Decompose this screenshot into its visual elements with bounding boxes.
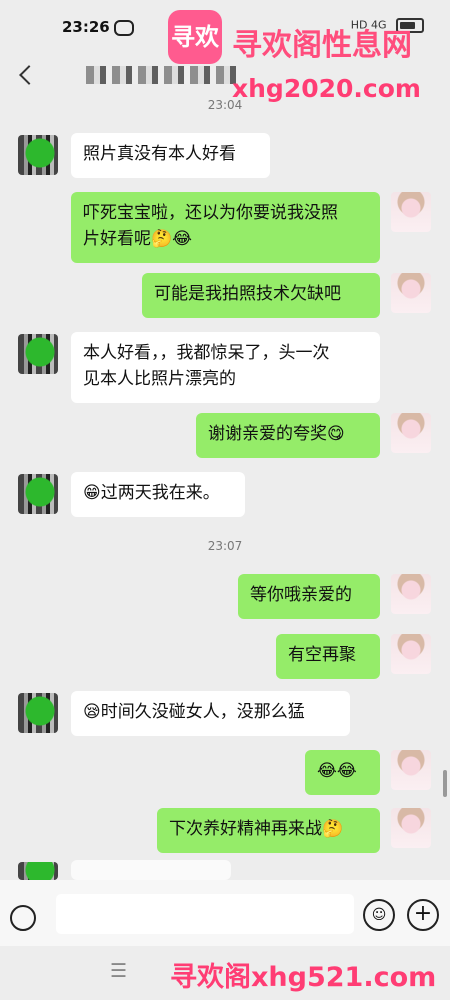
- self-avatar[interactable]: [391, 574, 431, 614]
- timestamp: 23:07: [207, 539, 243, 553]
- message-right[interactable]: 谢谢亲爱的夸奖😋: [196, 413, 380, 458]
- timestamp: 23:04: [207, 98, 243, 112]
- site-logo: 寻欢: [168, 10, 222, 64]
- message-left[interactable]: 😪时间久没碰女人，没那么猛: [71, 691, 350, 736]
- message-right[interactable]: 等你哦亲爱的: [238, 574, 380, 619]
- bottom-navigation-area: ☰ 寻欢阁xhg521.com: [0, 946, 450, 1000]
- message-left[interactable]: 😁过两天我在来。: [71, 472, 245, 517]
- contact-avatar[interactable]: [18, 862, 58, 880]
- menu-icon[interactable]: ☰: [110, 960, 127, 982]
- partially-visible-message[interactable]: [71, 860, 231, 880]
- chat-message-list[interactable]: 23:04 照片真没有本人好看 吓死宝宝啦，还以为你要说我没照 片好看呢🤔😂 可…: [0, 98, 450, 880]
- message-input-bar: ☺ +: [0, 880, 450, 946]
- bottom-site-watermark: 寻欢阁xhg521.com: [170, 962, 437, 993]
- message-left[interactable]: 本人好看，，我都惊呆了，头一次 见本人比照片漂亮的: [71, 332, 380, 403]
- chat-scrollbar[interactable]: [443, 770, 447, 797]
- message-right[interactable]: 下次养好精神再来战🤔: [157, 808, 380, 853]
- message-right[interactable]: 有空再聚: [276, 634, 380, 679]
- voice-icon[interactable]: [10, 905, 36, 931]
- self-avatar[interactable]: [391, 634, 431, 674]
- contact-avatar[interactable]: [18, 693, 58, 733]
- message-right[interactable]: 😂😂: [305, 750, 380, 795]
- contact-avatar[interactable]: [18, 334, 58, 374]
- contact-avatar[interactable]: [18, 135, 58, 175]
- site-watermark: 寻欢 寻欢阁性息网 xhg2020.com: [168, 8, 440, 104]
- back-button[interactable]: [14, 60, 40, 90]
- message-left[interactable]: 照片真没有本人好看: [71, 133, 270, 178]
- message-right[interactable]: 吓死宝宝啦，还以为你要说我没照 片好看呢🤔😂: [71, 192, 380, 263]
- self-avatar[interactable]: [391, 750, 431, 790]
- message-right[interactable]: 可能是我拍照技术欠缺吧: [142, 273, 380, 318]
- self-avatar[interactable]: [391, 808, 431, 848]
- contact-avatar[interactable]: [18, 474, 58, 514]
- emoji-icon[interactable]: ☺: [363, 899, 395, 931]
- self-avatar[interactable]: [391, 273, 431, 313]
- self-avatar[interactable]: [391, 413, 431, 453]
- site-title-watermark: 寻欢阁性息网: [232, 28, 412, 63]
- status-time: 23:26: [62, 18, 110, 36]
- message-input[interactable]: [56, 894, 354, 934]
- plus-icon[interactable]: +: [407, 899, 439, 931]
- self-avatar[interactable]: [391, 192, 431, 232]
- wechat-status-icon: [114, 20, 134, 36]
